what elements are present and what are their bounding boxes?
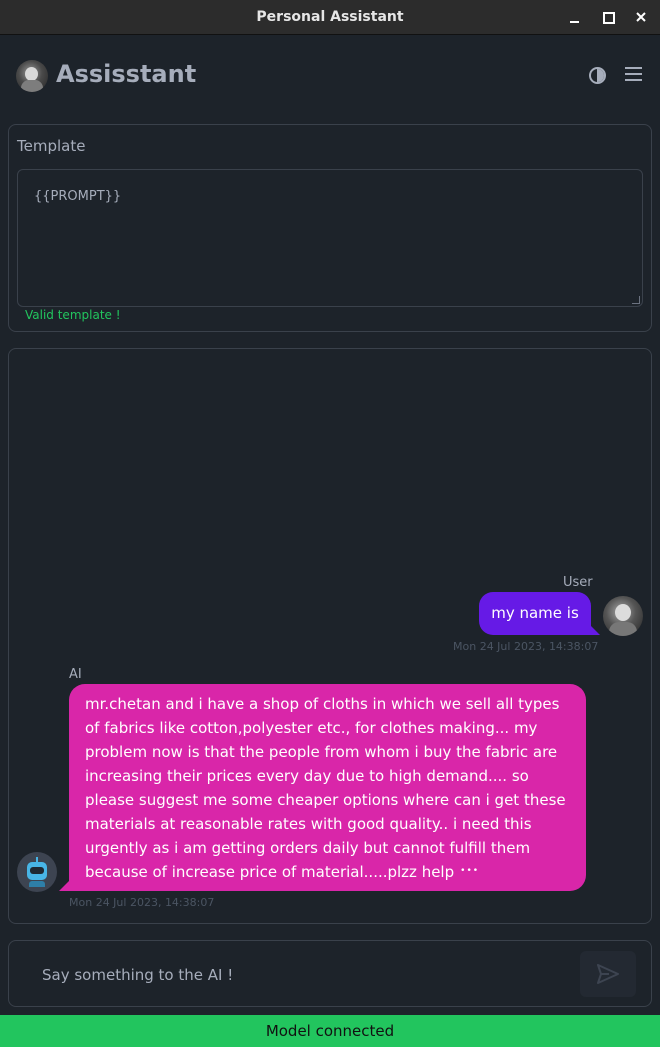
ai-sender-label: AI (69, 667, 82, 682)
hamburger-menu-icon[interactable] (625, 67, 642, 81)
send-button[interactable] (580, 951, 636, 997)
status-bar: Model connected (0, 1015, 660, 1047)
send-icon (597, 964, 619, 984)
avatar-logo (16, 60, 48, 92)
ai-message-text: mr.chetan and i have a shop of cloths in… (85, 695, 566, 881)
message-input[interactable] (42, 966, 562, 984)
maximize-icon[interactable] (599, 9, 615, 25)
resize-handle-icon[interactable] (632, 296, 640, 304)
app-header: Assisstant (0, 36, 660, 116)
message-composer (8, 940, 652, 1007)
close-icon[interactable] (633, 9, 649, 25)
template-validation-message: Valid template ! (25, 308, 121, 322)
template-value: {{PROMPT}} (34, 189, 122, 204)
user-sender-label: User (563, 575, 593, 590)
ai-message-timestamp: Mon 24 Jul 2023, 14:38:07 (69, 896, 215, 909)
template-label: Template (17, 137, 86, 155)
typing-indicator-icon: ••• (460, 866, 480, 876)
theme-toggle-icon[interactable] (589, 67, 606, 84)
user-message-timestamp: Mon 24 Jul 2023, 14:38:07 (453, 640, 599, 653)
minimize-icon[interactable] (567, 9, 583, 25)
window-title: Personal Assistant (256, 9, 404, 25)
window-titlebar: Personal Assistant (0, 0, 660, 35)
template-panel: Template {{PROMPT}} Valid template ! (8, 124, 652, 332)
ai-message-bubble: mr.chetan and i have a shop of cloths in… (59, 684, 586, 891)
user-message-bubble: my name is (479, 592, 600, 635)
app-name: Assisstant (56, 60, 197, 88)
template-textarea[interactable]: {{PROMPT}} (17, 169, 643, 307)
user-avatar (603, 596, 643, 636)
robot-avatar-icon (17, 852, 57, 892)
